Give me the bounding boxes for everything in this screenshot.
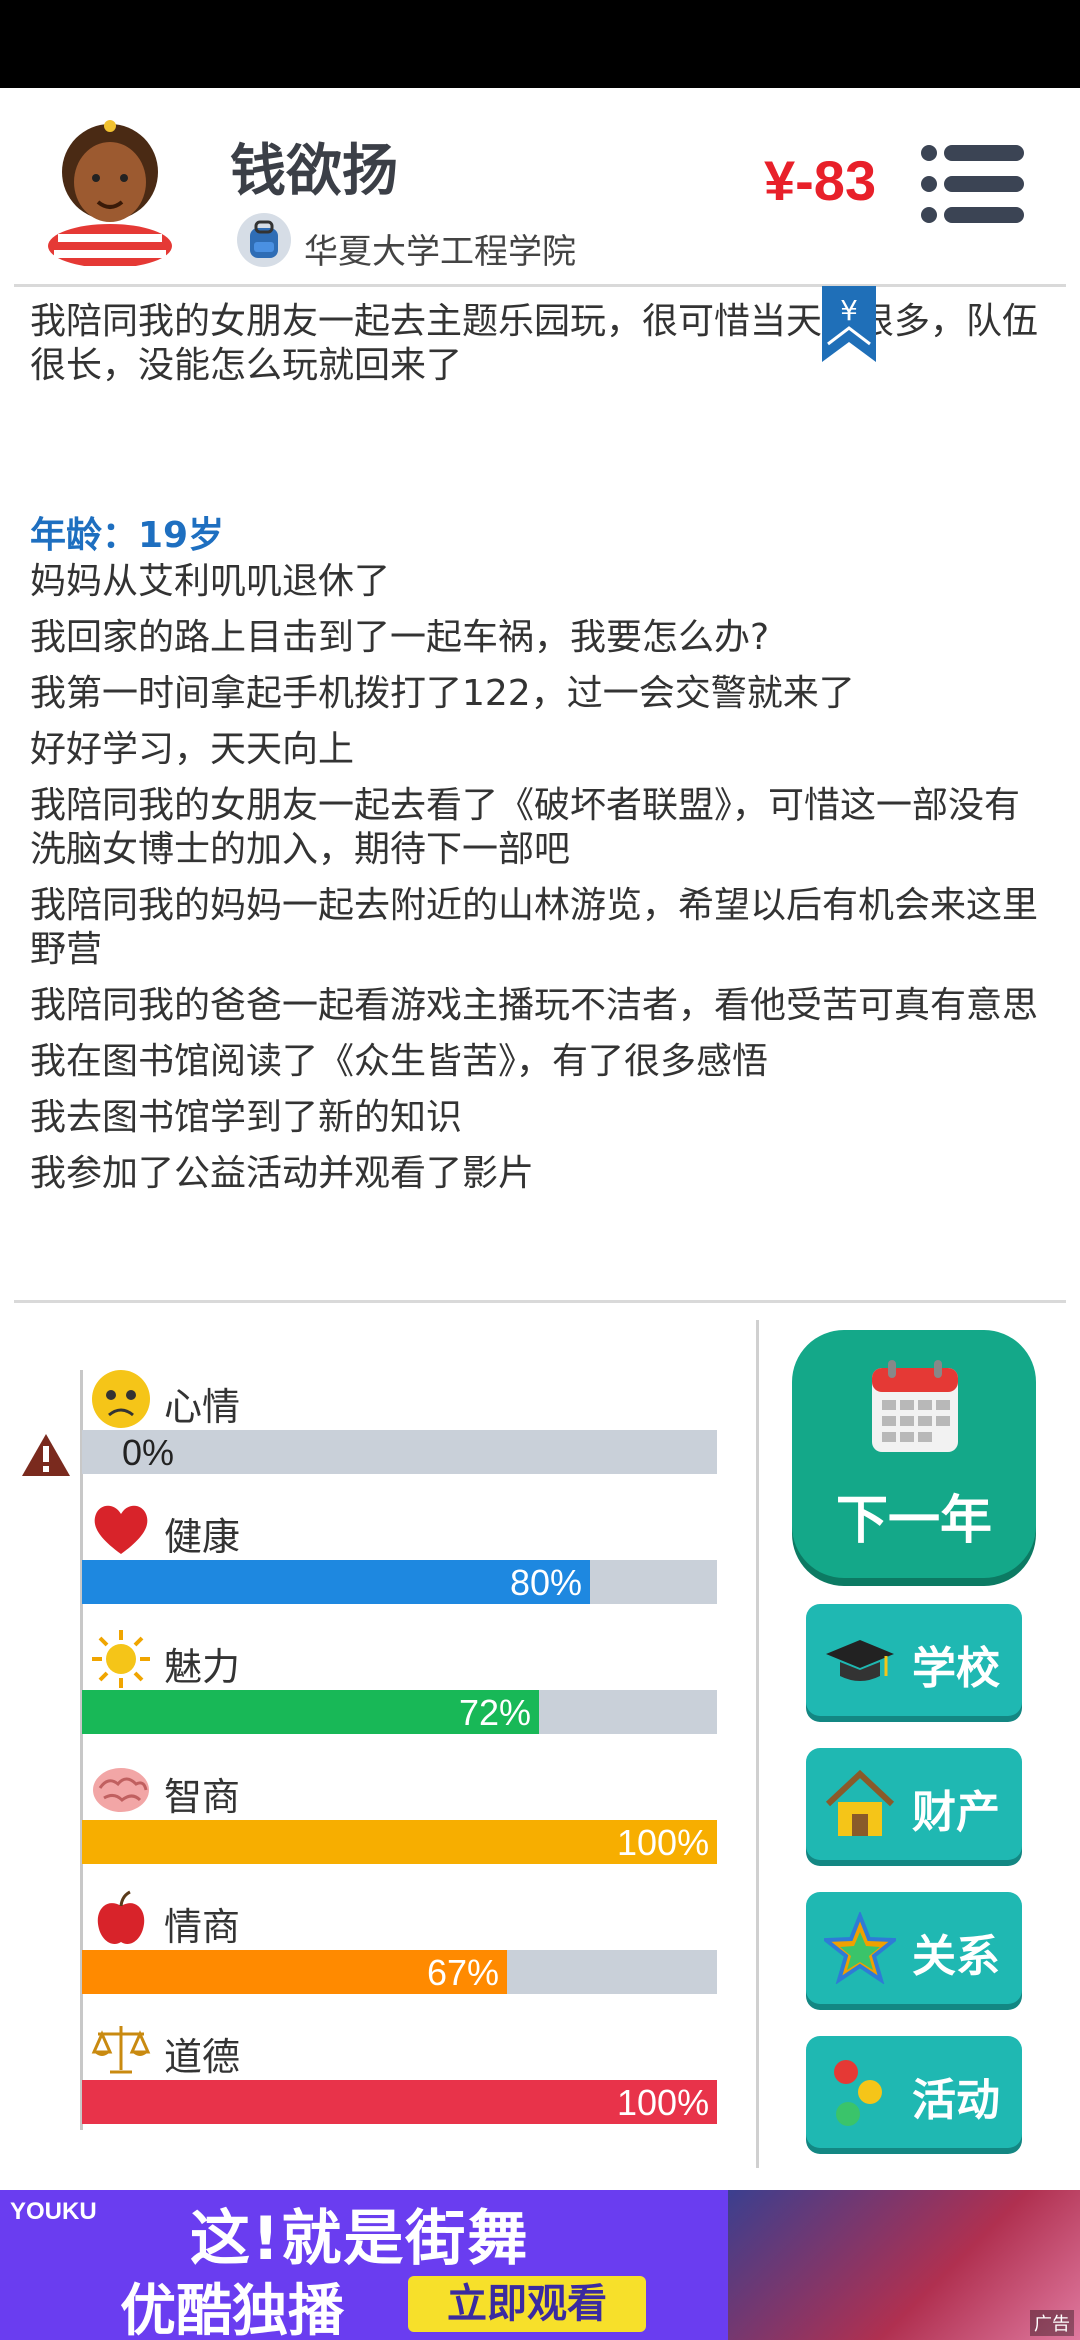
- stat-track: 72%: [82, 1690, 717, 1734]
- next-year-label: 下一年: [835, 1491, 992, 1551]
- status-bar: [0, 0, 1080, 88]
- ad-tag: 广告: [1030, 2310, 1074, 2336]
- graduation-cap-icon: [826, 1640, 894, 1681]
- stat-track: 0%: [82, 1430, 717, 1474]
- stat-percent: 0%: [122, 1432, 175, 1473]
- list-item: 我陪同我的女朋友一起去看了《破坏者联盟》，可惜这一部没有洗脑女博士的加入，期待下…: [30, 785, 1021, 870]
- backpack-icon: [237, 213, 291, 267]
- stat-percent: 100%: [617, 2082, 710, 2123]
- apple-icon: [97, 1890, 145, 1944]
- stat-morality: 道德 100%: [82, 2018, 717, 2148]
- log-entry: 我陪同我的女朋友一起去主题乐园玩，很可惜当天人很多，队伍很长，没能怎么玩就回来了: [30, 301, 1039, 386]
- activities-label: 活动: [912, 2075, 1000, 2126]
- svg-text:¥: ¥: [840, 294, 858, 327]
- list-item: 妈妈从艾利叽叽退休了: [30, 561, 391, 602]
- activities-icon: [834, 2060, 882, 2126]
- sad-face-icon: [92, 1370, 150, 1428]
- stat-percent: 100%: [617, 1822, 710, 1863]
- relations-label: 关系: [912, 1931, 1000, 1982]
- stat-percent: 72%: [459, 1692, 532, 1733]
- menu-icon[interactable]: [920, 144, 1026, 224]
- ad-headline: 这!就是街舞: [190, 2204, 530, 2274]
- stat-eq: 情商 67%: [82, 1888, 717, 2018]
- star-icon: [824, 1912, 896, 1984]
- stat-mood: 心情 0%: [82, 1368, 717, 1498]
- stat-label: 心情: [164, 1385, 241, 1429]
- stat-track: 80%: [82, 1560, 717, 1604]
- stat-label: 智商: [164, 1775, 241, 1819]
- ad-cta-button[interactable]: 立即观看: [408, 2276, 646, 2332]
- brain-icon: [93, 1768, 149, 1812]
- list-item: 好好学习，天天向上: [30, 729, 355, 770]
- ad-brand: YOUKU: [10, 2198, 97, 2225]
- stat-health: 健康 80%: [82, 1498, 717, 1628]
- profile-header: 钱欲扬 华夏大学工程学院 ¥-83: [0, 88, 1080, 284]
- bookmark-icon[interactable]: ¥: [822, 286, 876, 362]
- stat-percent: 67%: [427, 1952, 500, 1993]
- stat-charm: 魅力 72%: [82, 1628, 717, 1758]
- property-label: 财产: [912, 1787, 1000, 1838]
- calendar-icon: [872, 1360, 958, 1452]
- school-name: 华夏大学工程学院: [304, 232, 576, 272]
- ad-photo: [728, 2190, 1080, 2340]
- event-log: 我陪同我的女朋友一起去主题乐园玩，很可惜当天人很多，队伍很长，没能怎么玩就回来了: [30, 300, 1040, 388]
- ad-exclusive: 优酷独播: [120, 2279, 344, 2340]
- stat-track: 100%: [82, 2080, 717, 2124]
- list-item: 我第一时间拿起手机拨打了122，过一会交警就来了: [30, 673, 855, 714]
- list-item: 我去图书馆学到了新的知识: [30, 1097, 463, 1138]
- age-label: 年龄：19岁: [30, 515, 225, 556]
- list-item: 我陪同我的爸爸一起看游戏主播玩不洁者，看他受苦可真有意思: [30, 985, 1039, 1026]
- divider: [14, 1300, 1066, 1303]
- activities-button[interactable]: 活动: [806, 2036, 1022, 2148]
- warning-icon: [22, 1434, 70, 1476]
- stat-percent: 80%: [510, 1562, 583, 1603]
- event-list: 妈妈从艾利叽叽退休了 我回家的路上目击到了一起车祸，我要怎么办? 我第一时间拿起…: [30, 560, 1040, 1208]
- next-year-button[interactable]: 下一年: [792, 1330, 1036, 1578]
- stat-track: 100%: [82, 1820, 717, 1864]
- list-item: 我在图书馆阅读了《众生皆苦》，有了很多感悟: [30, 1041, 769, 1082]
- stat-iq: 智商 100%: [82, 1758, 717, 1888]
- house-icon: [825, 1769, 895, 1836]
- relations-button[interactable]: 关系: [806, 1892, 1022, 2004]
- stat-label: 情商: [164, 1905, 241, 1949]
- school-label: 学校: [912, 1643, 1000, 1694]
- panel-divider: [756, 1320, 759, 2168]
- list-item: 我参加了公益活动并观看了影片: [30, 1153, 535, 1194]
- avatar[interactable]: [40, 106, 180, 266]
- heart-icon: [94, 1505, 148, 1554]
- scales-icon: [91, 2026, 151, 2074]
- stat-label: 魅力: [164, 1645, 241, 1689]
- list-item: 我回家的路上目击到了一起车祸，我要怎么办?: [30, 617, 770, 658]
- ad-banner[interactable]: YOUKU 这!就是街舞 优酷独播 立即观看 广告: [0, 2190, 1080, 2340]
- player-name: 钱欲扬: [230, 139, 398, 204]
- divider: [14, 284, 1066, 287]
- school-button[interactable]: 学校: [806, 1604, 1022, 1716]
- list-item: 我陪同我的妈妈一起去附近的山林游览，希望以后有机会来这里野营: [30, 885, 1039, 970]
- stat-track: 67%: [82, 1950, 717, 1994]
- property-button[interactable]: 财产: [806, 1748, 1022, 1860]
- sun-icon: [92, 1630, 150, 1688]
- stat-label: 健康: [164, 1515, 241, 1559]
- stat-label: 道德: [164, 2035, 241, 2079]
- money-balance: ¥-83: [764, 149, 877, 212]
